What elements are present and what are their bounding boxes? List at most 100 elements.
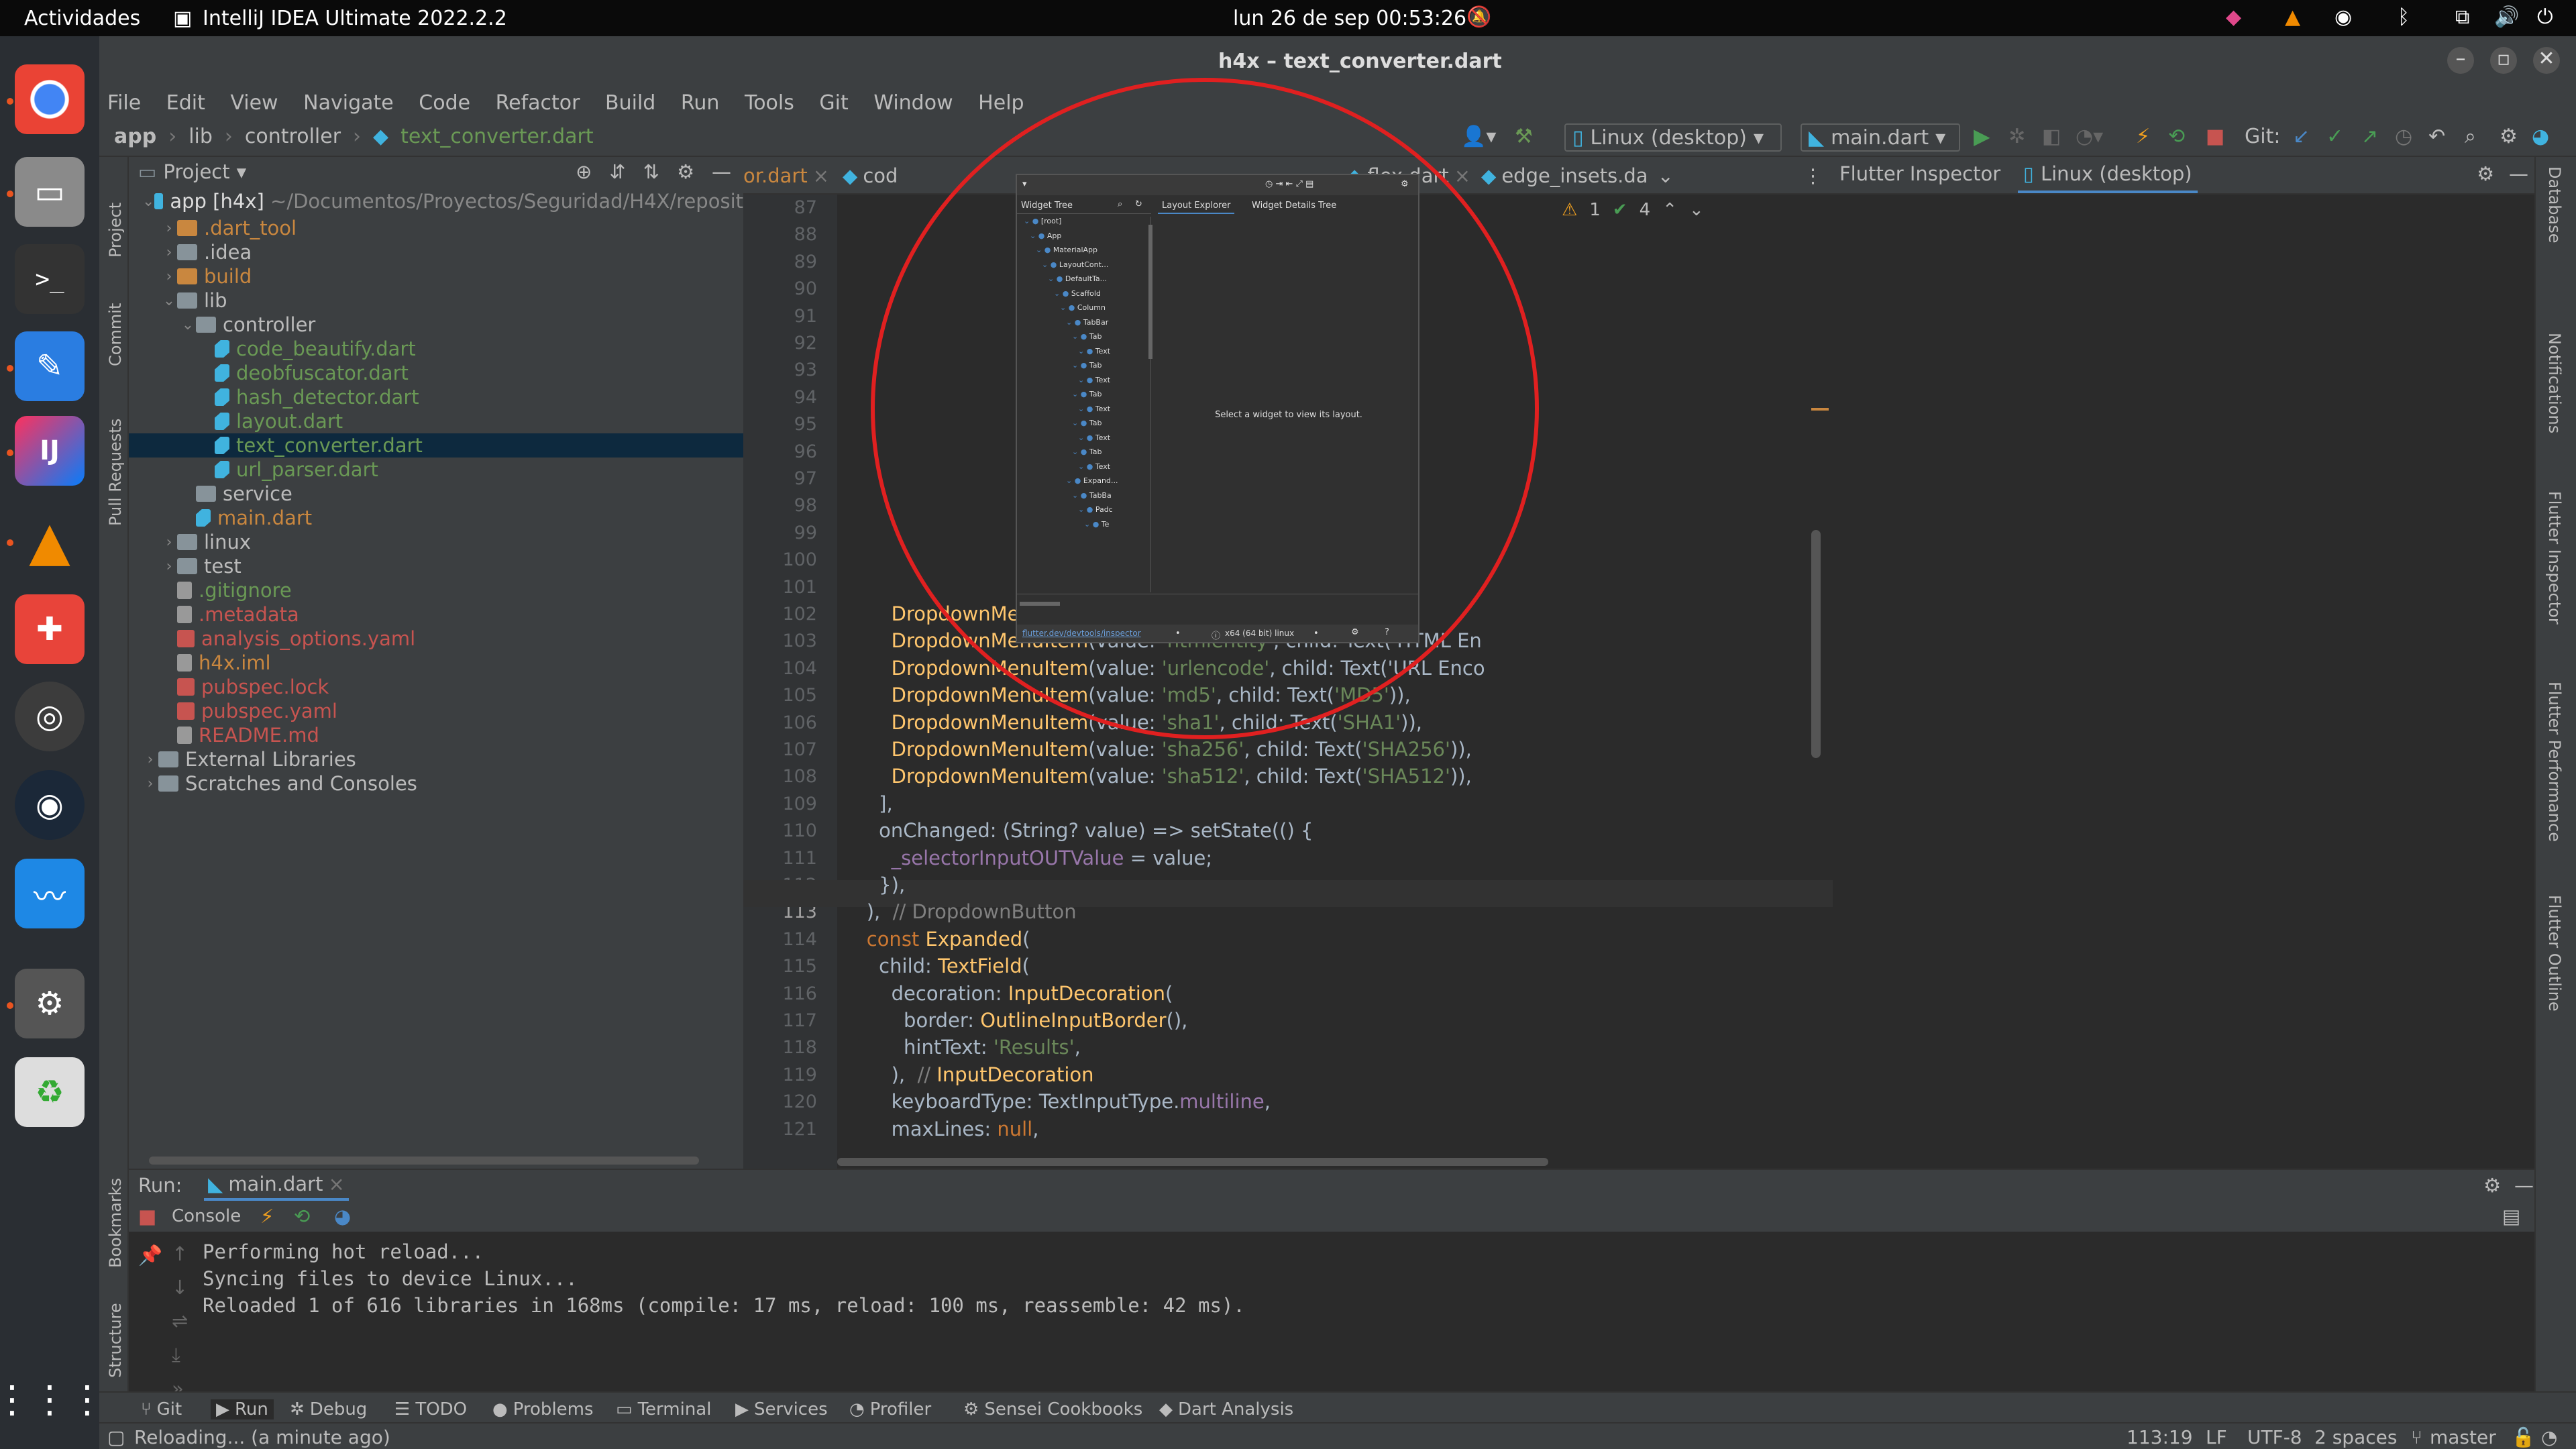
- hide-icon[interactable]: —: [2509, 162, 2528, 185]
- trash-icon[interactable]: ♻: [15, 1057, 85, 1127]
- tool-profiler[interactable]: ◔ Profiler: [849, 1399, 931, 1419]
- scroll-to-end-icon[interactable]: ⤓: [172, 1343, 188, 1366]
- horizontal-scrollbar[interactable]: [837, 1158, 1548, 1166]
- menu-window[interactable]: Window: [873, 91, 953, 115]
- tree-item[interactable]: text_converter.dart: [129, 433, 743, 458]
- chevron-down-icon[interactable]: ▾: [237, 160, 247, 183]
- tree-item[interactable]: › .idea: [129, 240, 743, 264]
- menu-view[interactable]: View: [230, 91, 278, 115]
- flutter-performance-tool-tab[interactable]: Flutter Performance: [2545, 682, 2564, 842]
- tree-item[interactable]: › External Libraries: [129, 747, 743, 771]
- menu-build[interactable]: Build: [605, 91, 655, 115]
- database-tool-tab[interactable]: Database: [2545, 166, 2564, 244]
- flutter-outline-tool-tab[interactable]: Flutter Outline: [2545, 895, 2564, 1012]
- stop-icon[interactable]: ■: [138, 1205, 156, 1228]
- obs-icon[interactable]: ◎: [15, 682, 85, 751]
- tree-item[interactable]: .gitignore: [129, 578, 743, 602]
- menu-tools[interactable]: Tools: [745, 91, 794, 115]
- lock-icon[interactable]: 🔓: [2512, 1426, 2535, 1448]
- console-tab[interactable]: Console: [172, 1206, 241, 1226]
- menu-help[interactable]: Help: [978, 91, 1024, 115]
- expand-all-icon[interactable]: ⇵: [609, 160, 625, 183]
- tool-debug[interactable]: ✲ Debug: [290, 1399, 367, 1419]
- notifications-tool-tab[interactable]: Notifications: [2545, 333, 2564, 433]
- menu-edit[interactable]: Edit: [166, 91, 205, 115]
- horizontal-scrollbar[interactable]: [149, 1157, 699, 1165]
- tool-sensei-cookbooks[interactable]: ⚙ Sensei Cookbooks: [963, 1399, 1142, 1419]
- steam-tray-icon[interactable]: ◉: [2334, 5, 2352, 29]
- tab-flutter-inspector[interactable]: Flutter Inspector: [1839, 162, 2000, 185]
- git-history-icon[interactable]: ◷: [2395, 125, 2412, 148]
- menu-refactor[interactable]: Refactor: [496, 91, 580, 115]
- hot-restart-icon[interactable]: ⟲: [2168, 125, 2185, 148]
- tree-item[interactable]: code_beautify.dart: [129, 337, 743, 361]
- clock[interactable]: lun 26 de sep 00:53:26: [1233, 7, 1466, 30]
- gear-icon[interactable]: ⚙: [2483, 1174, 2501, 1197]
- hot-reload-icon[interactable]: ⚡: [260, 1205, 274, 1228]
- text-editor-icon[interactable]: ✎: [15, 331, 85, 401]
- tree-item[interactable]: ⌄ lib: [129, 288, 743, 313]
- intellij-icon[interactable]: IJ: [15, 416, 85, 486]
- status-message[interactable]: Reloading... (a minute ago): [134, 1426, 390, 1448]
- flutter-inspector-tool-tab[interactable]: Flutter Inspector: [2545, 491, 2564, 625]
- stop-icon[interactable]: ■: [2206, 125, 2224, 148]
- locate-icon[interactable]: ⊕: [576, 160, 592, 183]
- git-commit-icon[interactable]: ✓: [2326, 125, 2343, 148]
- more-tabs-icon[interactable]: ⋮: [1803, 162, 1823, 189]
- inspection-widget[interactable]: ⚠ 1 ✔ 4 ⌃ ⌄: [1562, 200, 1704, 220]
- soft-wrap-icon[interactable]: ⇌: [172, 1309, 188, 1332]
- indent-setting[interactable]: 2 spaces: [2314, 1426, 2397, 1448]
- bookmarks-tool-tab[interactable]: Bookmarks: [106, 1178, 125, 1268]
- coverage-icon[interactable]: ◧: [2042, 125, 2061, 148]
- tree-item[interactable]: main.dart: [129, 506, 743, 530]
- menu-code[interactable]: Code: [419, 91, 470, 115]
- build-hammer-icon[interactable]: ⚒: [1515, 125, 1533, 148]
- breadcrumb-file[interactable]: text_converter.dart: [400, 125, 593, 148]
- menu-navigate[interactable]: Navigate: [303, 91, 394, 115]
- breadcrumb-lib[interactable]: lib: [189, 125, 213, 148]
- hide-icon[interactable]: —: [2514, 1174, 2534, 1197]
- project-tool-tab[interactable]: Project: [106, 203, 125, 258]
- chevron-up-icon[interactable]: ⌃: [1662, 200, 1677, 220]
- caret-position[interactable]: 113:19: [2127, 1426, 2193, 1448]
- show-apps-icon[interactable]: ⋮⋮⋮: [0, 1364, 106, 1434]
- debug-icon[interactable]: ✲: [2008, 125, 2025, 148]
- power-icon[interactable]: ⏻: [2537, 5, 2553, 29]
- tree-root[interactable]: ⌄ app [h4x] ~/Documentos/Proyectos/Segur…: [129, 186, 743, 216]
- breadcrumb-controller[interactable]: controller: [245, 125, 341, 148]
- chevron-down-icon[interactable]: ⌄: [1689, 200, 1704, 220]
- tree-item[interactable]: url_parser.dart: [129, 458, 743, 482]
- tree-item[interactable]: › linux: [129, 530, 743, 554]
- vlc-icon[interactable]: ▲: [15, 506, 85, 576]
- volume-icon[interactable]: 🔊: [2494, 5, 2519, 29]
- minimize-button[interactable]: –: [2447, 47, 2474, 74]
- settings-icon[interactable]: ⚙: [15, 969, 85, 1038]
- run-config-selector[interactable]: ◣ main.dart ▾: [1801, 123, 1960, 152]
- terminal-icon[interactable]: >_: [15, 244, 85, 314]
- file-encoding[interactable]: UTF-8: [2247, 1426, 2302, 1448]
- tree-item[interactable]: .metadata: [129, 602, 743, 627]
- vertical-scrollbar[interactable]: [1811, 530, 1821, 758]
- tray-app-icon[interactable]: ◆: [2226, 5, 2241, 29]
- tab-or-dart[interactable]: or.dart ×: [743, 162, 829, 189]
- tool-services[interactable]: ▶ Services: [735, 1399, 828, 1419]
- gear-icon[interactable]: ⚙: [677, 160, 694, 183]
- close-button[interactable]: ✕: [2533, 47, 2560, 74]
- gear-icon[interactable]: ⚙: [2500, 125, 2518, 148]
- tab-device[interactable]: ▯ Linux (desktop): [2018, 157, 2198, 193]
- tree-item[interactable]: › build: [129, 264, 743, 288]
- tool-git[interactable]: ⑂ Git: [141, 1399, 182, 1419]
- tree-item[interactable]: deobfuscator.dart: [129, 361, 743, 385]
- tool-problems[interactable]: ● Problems: [492, 1399, 594, 1419]
- devtools-icon[interactable]: ◕: [334, 1205, 351, 1228]
- gear-icon[interactable]: ⚙: [2477, 162, 2494, 185]
- tree-item[interactable]: ⌄ controller: [129, 313, 743, 337]
- hot-reload-icon[interactable]: ⚡: [2136, 125, 2150, 148]
- hide-icon[interactable]: —: [712, 160, 731, 183]
- profile-icon[interactable]: ◔▾: [2076, 125, 2103, 148]
- search-icon[interactable]: ⌕: [2465, 125, 2476, 148]
- chrome-icon[interactable]: [15, 64, 85, 134]
- layout-icon[interactable]: ▤: [2502, 1205, 2520, 1228]
- menu-run[interactable]: Run: [681, 91, 720, 115]
- maximize-button[interactable]: ▫: [2490, 47, 2517, 74]
